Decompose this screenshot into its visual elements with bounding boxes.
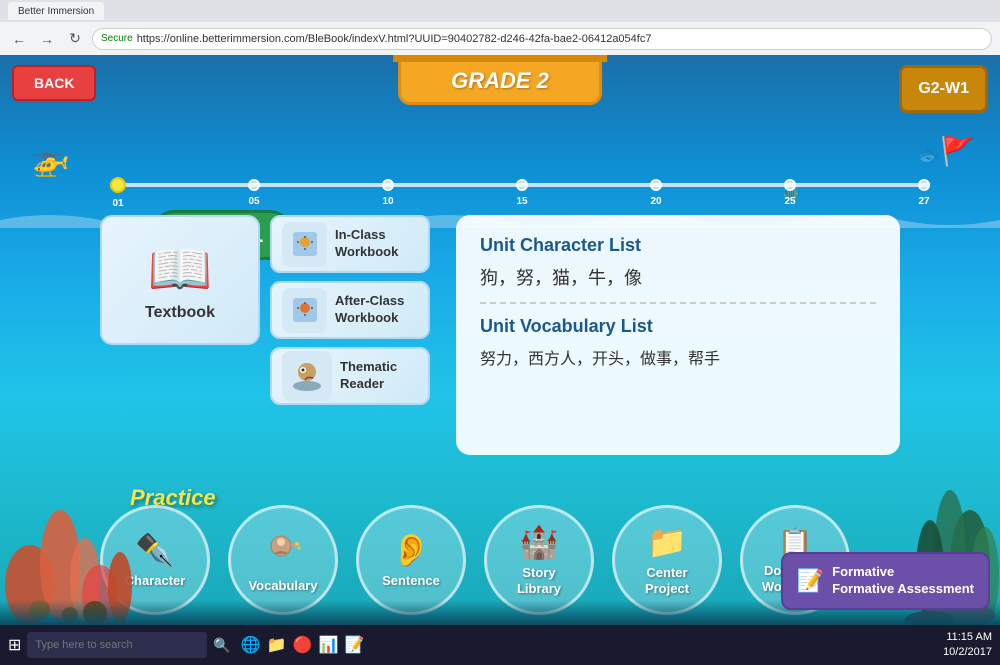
books-section: 📖 Textbook xyxy=(100,215,440,455)
inclass-workbook-card[interactable]: In-Class Workbook xyxy=(270,215,430,273)
taskbar-search-input[interactable] xyxy=(27,632,207,658)
textbook-card[interactable]: 📖 Textbook xyxy=(100,215,260,345)
thematic-line1: Thematic xyxy=(340,359,397,374)
url-text: https://online.betterimmersion.com/BleBo… xyxy=(137,33,652,45)
thematic-reader-card[interactable]: Thematic Reader xyxy=(270,347,430,405)
timeline-dot-6: 25 xyxy=(784,179,796,191)
sentence-label: Sentence xyxy=(382,573,440,589)
secure-badge: Secure xyxy=(101,33,133,44)
sentence-icon: 👂 xyxy=(391,531,431,569)
inclass-workbook-label: In-Class Workbook xyxy=(335,227,398,261)
center-project-icon: 📁 xyxy=(647,523,687,561)
active-tab[interactable]: Better Immersion xyxy=(8,2,104,20)
timeline-dot-7: 27 xyxy=(918,179,930,191)
formative-assessment-icon: 📝 xyxy=(797,568,824,594)
inclass-workbook-icon xyxy=(282,222,327,267)
story-library-label: StoryLibrary xyxy=(517,565,561,596)
taskbar-app-5[interactable]: 📝 xyxy=(345,635,365,655)
main-content: 🐟 🐠 🚁 🚩 BACK GRADE 2 G2-W1 01 05 xyxy=(0,55,1000,625)
inclass-line1: In-Class xyxy=(335,227,386,242)
formative-line2: Formative Assessment xyxy=(832,581,974,596)
books-row: 📖 Textbook xyxy=(100,215,440,405)
afterclass-line2: Workbook xyxy=(335,310,398,325)
thematic-reader-icon xyxy=(282,351,332,401)
timeline-dot-2: 05 xyxy=(248,179,260,191)
taskbar-app-1[interactable]: 🌐 xyxy=(241,635,261,655)
textbook-book-icon: 📖 xyxy=(148,239,213,300)
practice-character-button[interactable]: ✒️ Character xyxy=(100,505,210,615)
practice-center-project-button[interactable]: 📁 CenterProject xyxy=(612,505,722,615)
forward-nav-button[interactable]: → xyxy=(36,28,58,50)
textbook-label: Textbook xyxy=(145,304,215,322)
clock-date: 10/2/2017 xyxy=(943,645,992,660)
thematic-reader-label: Thematic Reader xyxy=(340,359,397,393)
unit-character-list-title: Unit Character List xyxy=(480,235,876,256)
practice-vocabulary-button[interactable]: Vocabulary xyxy=(228,505,338,615)
content-layout: 📖 Textbook xyxy=(100,215,900,455)
character-icon: ✒️ xyxy=(135,531,175,569)
timeline-dot-5: 20 xyxy=(650,179,662,191)
story-library-icon: 🏰 xyxy=(519,523,559,561)
start-button[interactable]: ⊞ xyxy=(8,635,21,655)
formative-assessment-button[interactable]: 📝 Formative Formative Assessment xyxy=(781,552,990,610)
taskbar-app-3[interactable]: 🔴 xyxy=(293,635,313,655)
back-nav-button[interactable]: ← xyxy=(8,28,30,50)
afterclass-workbook-icon xyxy=(282,288,327,333)
unit-characters: 狗，努，猫，牛，像 xyxy=(480,264,876,290)
vocabulary-label: Vocabulary xyxy=(248,578,317,594)
unit-vocabulary: 努力，西方人，开头，做事，帮手 xyxy=(480,345,876,369)
unit-divider xyxy=(480,302,876,304)
fish-decoration-1: 🐟 xyxy=(918,145,940,166)
vocabulary-icon xyxy=(263,526,303,574)
formative-assessment-label: Formative Formative Assessment xyxy=(832,564,974,598)
submarine-icon: 🚁 xyxy=(30,140,70,178)
grade-label: GRADE 2 xyxy=(398,55,602,105)
browser-chrome: Better Immersion ← → ↻ Secure https://on… xyxy=(0,0,1000,55)
timeline-dot-3: 10 xyxy=(382,179,394,191)
refresh-button[interactable]: ↻ xyxy=(64,28,86,50)
browser-nav: ← → ↻ Secure https://online.betterimmers… xyxy=(0,22,1000,55)
flag-icon: 🚩 xyxy=(940,135,975,168)
afterclass-workbook-label: After-Class Workbook xyxy=(335,293,404,327)
tab-label: Better Immersion xyxy=(18,6,94,17)
formative-line1: Formative xyxy=(832,564,894,579)
taskbar-icons: 🌐 📁 🔴 📊 📝 xyxy=(241,635,365,655)
back-button[interactable]: BACK xyxy=(12,65,96,101)
inclass-line2: Workbook xyxy=(335,244,398,259)
character-label: Character xyxy=(125,573,186,589)
thematic-line2: Reader xyxy=(340,376,384,391)
taskbar-app-2[interactable]: 📁 xyxy=(267,635,287,655)
afterclass-line1: After-Class xyxy=(335,293,404,308)
taskbar-app-4[interactable]: 📊 xyxy=(319,635,339,655)
gw-badge: G2-W1 xyxy=(899,65,988,113)
taskbar-icon-search: 🔍 xyxy=(213,637,230,654)
timeline-dot-4: 15 xyxy=(516,179,528,191)
grade-badge: GRADE 2 xyxy=(398,55,602,105)
taskbar: ⊞ 🔍 🌐 📁 🔴 📊 📝 11:15 AM 10/2/2017 xyxy=(0,625,1000,665)
unit-vocabulary-list-title: Unit Vocabulary List xyxy=(480,316,876,337)
workbooks-column: In-Class Workbook xyxy=(270,215,430,405)
timeline-dot-active: 01 xyxy=(110,177,126,193)
clock-time: 11:15 AM xyxy=(943,630,992,645)
timeline: 01 05 10 15 20 25 27 xyxy=(80,183,960,187)
practice-sentence-button[interactable]: 👂 Sentence xyxy=(356,505,466,615)
practice-story-library-button[interactable]: 🏰 StoryLibrary xyxy=(484,505,594,615)
unit-panel: Unit Character List 狗，努，猫，牛，像 Unit Vocab… xyxy=(456,215,900,455)
taskbar-clock: 11:15 AM 10/2/2017 xyxy=(943,630,992,661)
browser-tabs: Better Immersion xyxy=(0,0,1000,22)
address-bar[interactable]: Secure https://online.betterimmersion.co… xyxy=(92,28,992,50)
center-project-label: CenterProject xyxy=(645,565,689,596)
afterclass-workbook-card[interactable]: After-Class Workbook xyxy=(270,281,430,339)
